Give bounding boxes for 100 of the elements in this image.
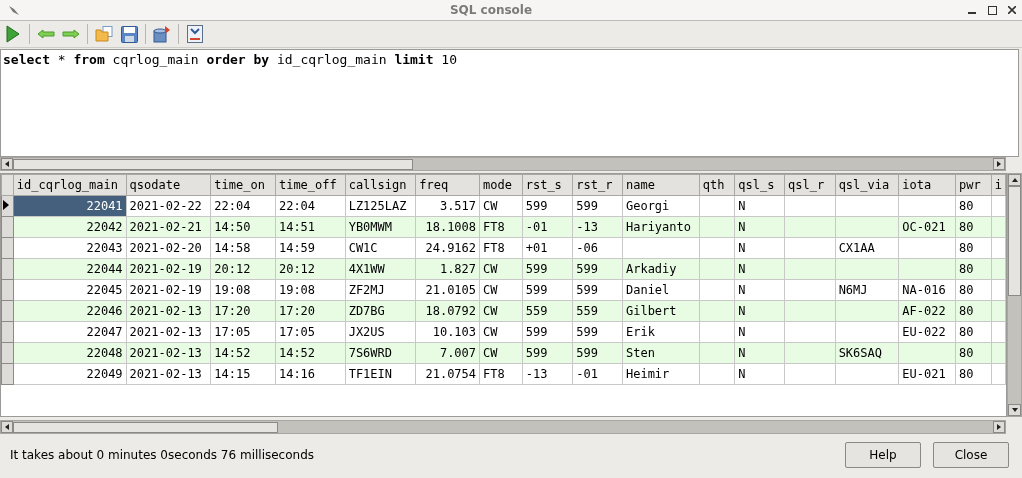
- column-header[interactable]: id_cqrlog_main: [13, 174, 127, 196]
- column-header[interactable]: name: [622, 174, 700, 196]
- column-header[interactable]: rst_s: [522, 174, 573, 196]
- dialog-button[interactable]: Help: [845, 442, 921, 468]
- table-cell: [898, 195, 956, 217]
- table-cell: 21.0105: [415, 279, 480, 301]
- scroll-arrow-icon[interactable]: [1011, 178, 1018, 182]
- table-cell: 2021-02-20: [126, 237, 211, 259]
- save-icon[interactable]: [120, 25, 138, 43]
- table-cell: [835, 363, 899, 385]
- table-cell: JX2US: [345, 321, 416, 343]
- table-cell: Heimir: [622, 363, 700, 385]
- table-cell: CW: [479, 195, 523, 217]
- right-arrow-icon[interactable]: [62, 29, 80, 39]
- table-cell: [991, 237, 1006, 259]
- table-cell: ZF2MJ: [345, 279, 416, 301]
- close-icon[interactable]: [1008, 6, 1016, 14]
- table-cell: NA-016: [898, 279, 956, 301]
- table-cell: 80: [955, 279, 992, 301]
- column-header[interactable]: pwr: [955, 174, 992, 196]
- table-cell: 599: [572, 195, 623, 217]
- scroll-arrow-icon[interactable]: [997, 161, 1001, 167]
- table-cell: N6MJ: [835, 279, 899, 301]
- feather-icon: [8, 4, 20, 16]
- folder-icon[interactable]: [95, 26, 113, 42]
- table-cell: [699, 321, 735, 343]
- column-header[interactable]: rst_r: [572, 174, 623, 196]
- table-cell: [991, 363, 1006, 385]
- column-header[interactable]: qsl_via: [835, 174, 899, 196]
- table-cell: Georgi: [622, 195, 700, 217]
- table-cell: [699, 195, 735, 217]
- table-cell: 3.517: [415, 195, 480, 217]
- column-header[interactable]: time_on: [210, 174, 276, 196]
- row-indicator[interactable]: [1, 195, 14, 217]
- table-cell: 80: [955, 363, 992, 385]
- table-cell: CW: [479, 279, 523, 301]
- table-cell: 14:16: [275, 363, 346, 385]
- table-cell: [991, 195, 1006, 217]
- status-text: It takes about 0 minutes 0seconds 76 milliseconds: [10, 448, 316, 462]
- scroll-arrow-icon[interactable]: [997, 424, 1001, 430]
- table-cell: 599: [522, 195, 573, 217]
- column-header[interactable]: callsign: [345, 174, 416, 196]
- column-header[interactable]: iota: [898, 174, 956, 196]
- table-cell: FT8: [479, 237, 523, 259]
- vertical-scrollbar[interactable]: [1007, 173, 1022, 417]
- table-cell: +01: [522, 237, 573, 259]
- table-cell: -13: [522, 363, 573, 385]
- column-header[interactable]: qsodate: [126, 174, 211, 196]
- column-header[interactable]: qsl_r: [784, 174, 836, 196]
- table-cell: 22045: [13, 279, 127, 301]
- table-cell: EU-021: [898, 363, 956, 385]
- table-cell: 2021-02-22: [126, 195, 211, 217]
- table-cell: N: [734, 321, 785, 343]
- table-cell: [784, 321, 836, 343]
- table-cell: 21.0754: [415, 363, 480, 385]
- scroll-arrow-icon[interactable]: [5, 424, 9, 430]
- table-cell: 2021-02-13: [126, 363, 211, 385]
- column-header[interactable]: qsl_s: [734, 174, 785, 196]
- table-cell: N: [734, 195, 785, 217]
- scroll-arrow-icon[interactable]: [1011, 408, 1018, 412]
- table-cell: [784, 237, 836, 259]
- play-icon[interactable]: [6, 25, 20, 43]
- column-header[interactable]: mode: [479, 174, 523, 196]
- maximize-icon[interactable]: [987, 5, 997, 15]
- horizontal-scrollbar[interactable]: [0, 157, 1006, 171]
- column-header[interactable]: time_off: [275, 174, 346, 196]
- table-cell: 599: [572, 279, 623, 301]
- table-cell: [699, 363, 735, 385]
- table-cell: 17:05: [210, 321, 276, 343]
- table-cell: 10.103: [415, 321, 480, 343]
- table-cell: 14:58: [210, 237, 276, 259]
- table-cell: 2021-02-13: [126, 321, 211, 343]
- table-cell: Erik: [622, 321, 700, 343]
- table-cell: [784, 195, 836, 217]
- table-cell: FT8: [479, 363, 523, 385]
- horizontal-scrollbar[interactable]: [0, 420, 1006, 434]
- column-header[interactable]: qth: [699, 174, 735, 196]
- table-cell: 19:08: [275, 279, 346, 301]
- table-cell: [898, 237, 956, 259]
- table-cell: [699, 237, 735, 259]
- table-cell: [835, 195, 899, 217]
- table-cell: CX1AA: [835, 237, 899, 259]
- table-cell: 599: [522, 321, 573, 343]
- table-cell: EU-022: [898, 321, 956, 343]
- database-icon[interactable]: [153, 25, 171, 43]
- table-cell: 80: [955, 237, 992, 259]
- dialog-button[interactable]: Close: [933, 442, 1009, 468]
- table-cell: 80: [955, 195, 992, 217]
- column-header[interactable]: freq: [415, 174, 480, 196]
- scroll-arrow-icon[interactable]: [5, 161, 9, 167]
- table-cell: [991, 321, 1006, 343]
- table-cell: 22:04: [210, 195, 276, 217]
- export-icon[interactable]: [187, 25, 203, 43]
- table-cell: 22047: [13, 321, 127, 343]
- left-arrow-icon[interactable]: [37, 29, 55, 39]
- table-cell: N: [734, 279, 785, 301]
- query-editor[interactable]: select* from cqrlog_main order by id_cqrlog_main limit 10: [0, 49, 1019, 157]
- table-cell: 599: [572, 321, 623, 343]
- table-cell: 24.9162: [415, 237, 480, 259]
- table-cell: CW: [479, 321, 523, 343]
